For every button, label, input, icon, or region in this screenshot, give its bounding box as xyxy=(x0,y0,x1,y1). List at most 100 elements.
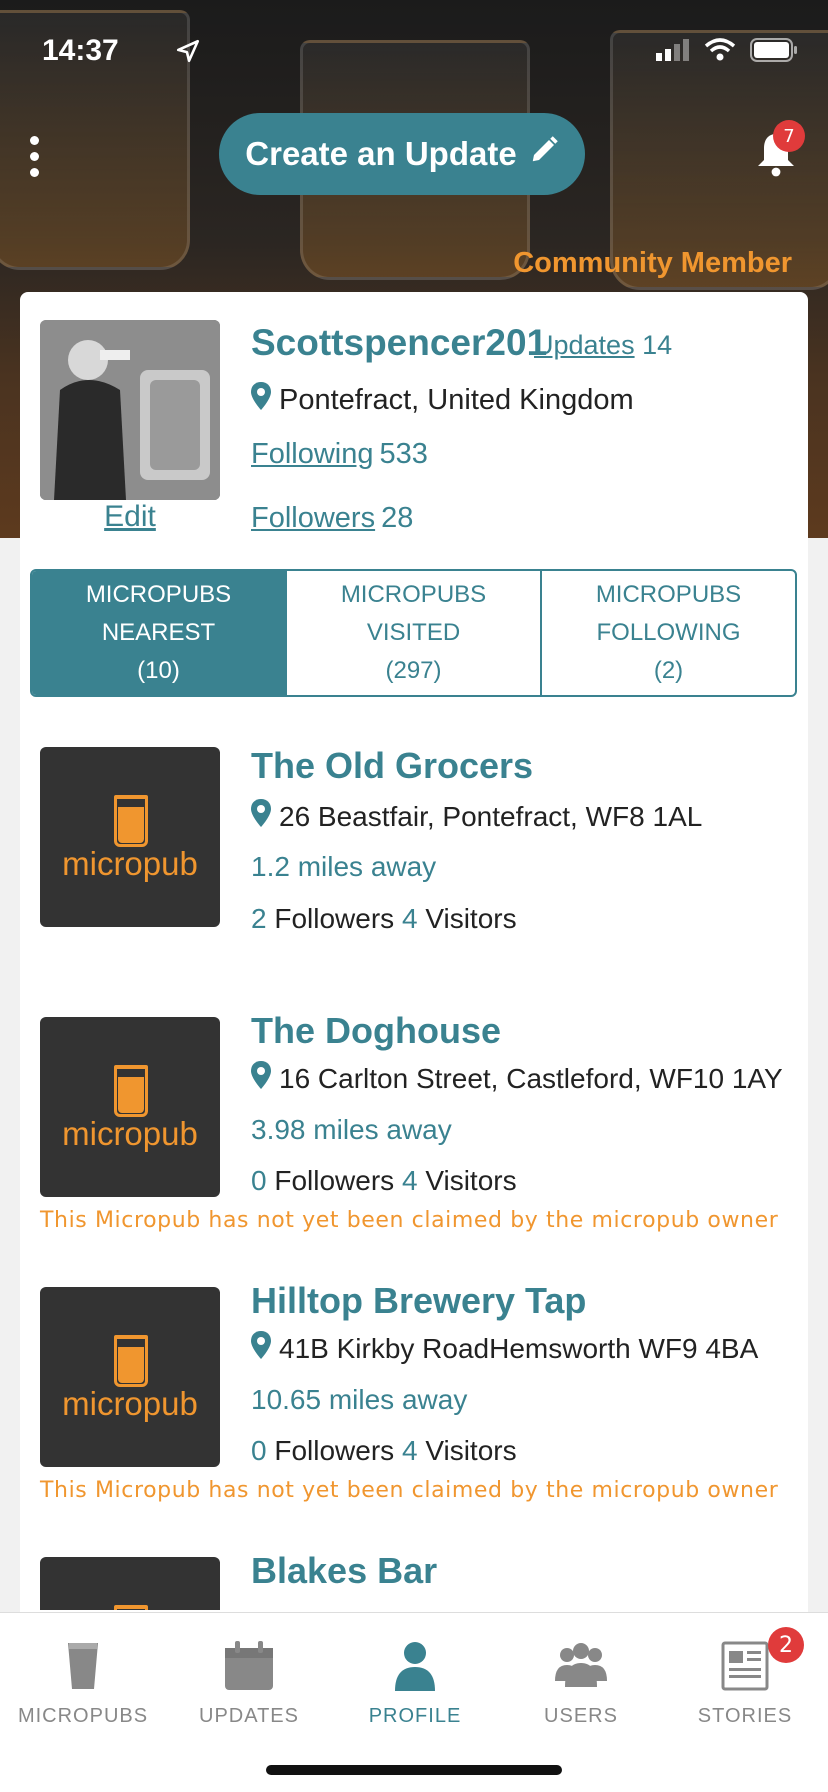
nav-users-label: USERS xyxy=(544,1705,618,1727)
pub-visitors-label: Visitors xyxy=(425,903,517,934)
edit-profile-link[interactable]: Edit xyxy=(40,500,220,534)
tab-following-line2: FOLLOWING xyxy=(596,619,741,646)
pub-followers-label: Followers xyxy=(274,903,395,934)
pub-visitors-count: 4 xyxy=(401,1435,418,1466)
pint-icon xyxy=(114,1335,148,1387)
profile-location-text: Pontefract, United Kingdom xyxy=(279,383,634,416)
username: Scottspencer201 xyxy=(251,322,548,363)
pub-distance: 10.65 miles away xyxy=(251,1384,468,1415)
tab-visited-line2: VISITED xyxy=(366,619,461,646)
pub-address-text: 16 Carlton Street, Castleford, WF10 1AY xyxy=(279,1062,783,1094)
tab-following[interactable]: MICROPUBS FOLLOWING (2) xyxy=(540,571,795,695)
pub-address: 16 Carlton Street, Castleford, WF10 1AY xyxy=(251,1061,783,1096)
updates-label: Updates xyxy=(534,330,635,360)
pint-icon xyxy=(114,1605,148,1610)
pub-address: 41B Kirkby RoadHemsworth WF9 4BA xyxy=(251,1331,758,1366)
micropub-logo-word: micropub xyxy=(62,1385,198,1422)
pub-stats: 2 Followers 4 Visitors xyxy=(251,903,517,935)
wifi-icon xyxy=(704,38,736,66)
create-update-label: Create an Update xyxy=(245,135,517,172)
member-status-label: Community Member xyxy=(513,247,792,279)
nav-stories-label: STORIES xyxy=(697,1705,793,1727)
pub-address-text: 41B Kirkby RoadHemsworth WF9 4BA xyxy=(279,1332,759,1364)
map-pin-icon xyxy=(251,382,271,418)
pint-icon xyxy=(114,795,148,847)
pub-followers-label: Followers xyxy=(274,1435,395,1466)
location-arrow-icon xyxy=(175,38,201,68)
pub-visitors-count: 4 xyxy=(401,903,418,934)
pub-stats: 0 Followers 4 Visitors xyxy=(251,1165,517,1197)
pub-name[interactable]: Blakes Bar xyxy=(251,1550,437,1592)
followers-link[interactable]: Followers 28 xyxy=(251,502,413,535)
nav-micropubs[interactable]: MICROPUBS xyxy=(0,1641,166,1728)
pint-icon xyxy=(55,1641,111,1691)
create-update-button[interactable]: Create an Update xyxy=(219,113,585,195)
tab-following-line1: MICROPUBS xyxy=(595,581,742,608)
nav-users[interactable]: USERS xyxy=(498,1641,664,1728)
micropub-logo: micropub xyxy=(40,747,220,927)
tab-visited[interactable]: MICROPUBS VISITED (297) xyxy=(285,571,540,695)
micropub-logo xyxy=(40,1557,220,1610)
pub-distance: 1.2 miles away xyxy=(251,851,437,882)
pint-icon xyxy=(114,1065,148,1117)
pub-address-text: 26 Beastfair, Pontefract, WF8 1AL xyxy=(279,800,703,832)
nav-updates[interactable]: UPDATES xyxy=(166,1641,332,1728)
micropub-logo: micropub xyxy=(40,1017,220,1197)
pub-visitors-count: 4 xyxy=(401,1165,418,1196)
pub-name[interactable]: The Old Grocers xyxy=(251,745,533,787)
pub-distance: 3.98 miles away xyxy=(251,1114,452,1145)
tab-visited-line1: MICROPUBS xyxy=(340,581,487,608)
map-pin-icon xyxy=(251,799,271,834)
pub-visitors-label: Visitors xyxy=(425,1165,517,1196)
tab-nearest-count: (10) xyxy=(137,657,180,684)
tab-nearest-line2: NEAREST xyxy=(101,619,216,646)
pub-stats: 0 Followers 4 Visitors xyxy=(251,1435,517,1467)
micropub-logo-word: micropub xyxy=(62,1115,198,1152)
micropub-tabs: MICROPUBS NEAREST (10) MICROPUBS VISITED… xyxy=(30,569,797,697)
notification-badge: 7 xyxy=(773,120,805,152)
map-pin-icon xyxy=(251,1061,271,1096)
micropub-logo-word: micropub xyxy=(62,845,198,882)
nav-micropubs-label: MICROPUBS xyxy=(17,1705,149,1727)
signal-icon xyxy=(654,39,690,65)
nav-profile[interactable]: PROFILE xyxy=(332,1641,498,1728)
unclaimed-warning: This Micropub has not yet been claimed b… xyxy=(40,1208,779,1233)
updates-count: 14 xyxy=(642,330,673,360)
following-count: 533 xyxy=(379,438,428,470)
micropub-list: micropub The Old Grocers 26 Beastfair, P… xyxy=(0,740,828,1610)
pub-followers-label: Followers xyxy=(274,1165,395,1196)
tab-nearest-line1: MICROPUBS xyxy=(85,581,232,608)
status-time: 14:37 xyxy=(42,34,119,67)
nav-profile-label: PROFILE xyxy=(368,1705,462,1727)
person-icon xyxy=(387,1641,443,1691)
nav-updates-label: UPDATES xyxy=(199,1705,299,1727)
followers-count: 28 xyxy=(381,502,414,534)
tab-visited-count: (297) xyxy=(385,657,442,684)
pencil-icon xyxy=(529,135,559,173)
followers-label: Followers xyxy=(251,502,376,534)
following-link[interactable]: Following 533 xyxy=(251,438,428,471)
tab-nearest[interactable]: MICROPUBS NEAREST (10) xyxy=(32,571,285,695)
following-label: Following xyxy=(251,438,374,470)
profile-location: Pontefract, United Kingdom xyxy=(251,382,634,418)
avatar[interactable] xyxy=(40,320,220,500)
users-icon xyxy=(553,1641,609,1691)
more-menu-icon[interactable] xyxy=(30,136,44,178)
pub-address: 26 Beastfair, Pontefract, WF8 1AL xyxy=(251,799,702,834)
micropub-logo: micropub xyxy=(40,1287,220,1467)
pub-followers-count: 2 xyxy=(251,903,267,934)
pub-name[interactable]: Hilltop Brewery Tap xyxy=(251,1280,586,1322)
nav-stories[interactable]: STORIES xyxy=(662,1641,828,1728)
newspaper-icon xyxy=(717,1641,773,1691)
pub-name[interactable]: The Doghouse xyxy=(251,1010,501,1052)
map-pin-icon xyxy=(251,1331,271,1366)
status-bar: 14:37 xyxy=(42,30,798,70)
updates-link[interactable]: Updates 14 xyxy=(534,330,672,361)
pub-followers-count: 0 xyxy=(251,1165,267,1196)
stories-badge: 2 xyxy=(768,1627,804,1663)
home-indicator xyxy=(266,1765,562,1775)
tab-following-count: (2) xyxy=(653,657,684,684)
pub-followers-count: 0 xyxy=(251,1435,267,1466)
pub-visitors-label: Visitors xyxy=(425,1435,517,1466)
battery-icon xyxy=(750,38,798,66)
